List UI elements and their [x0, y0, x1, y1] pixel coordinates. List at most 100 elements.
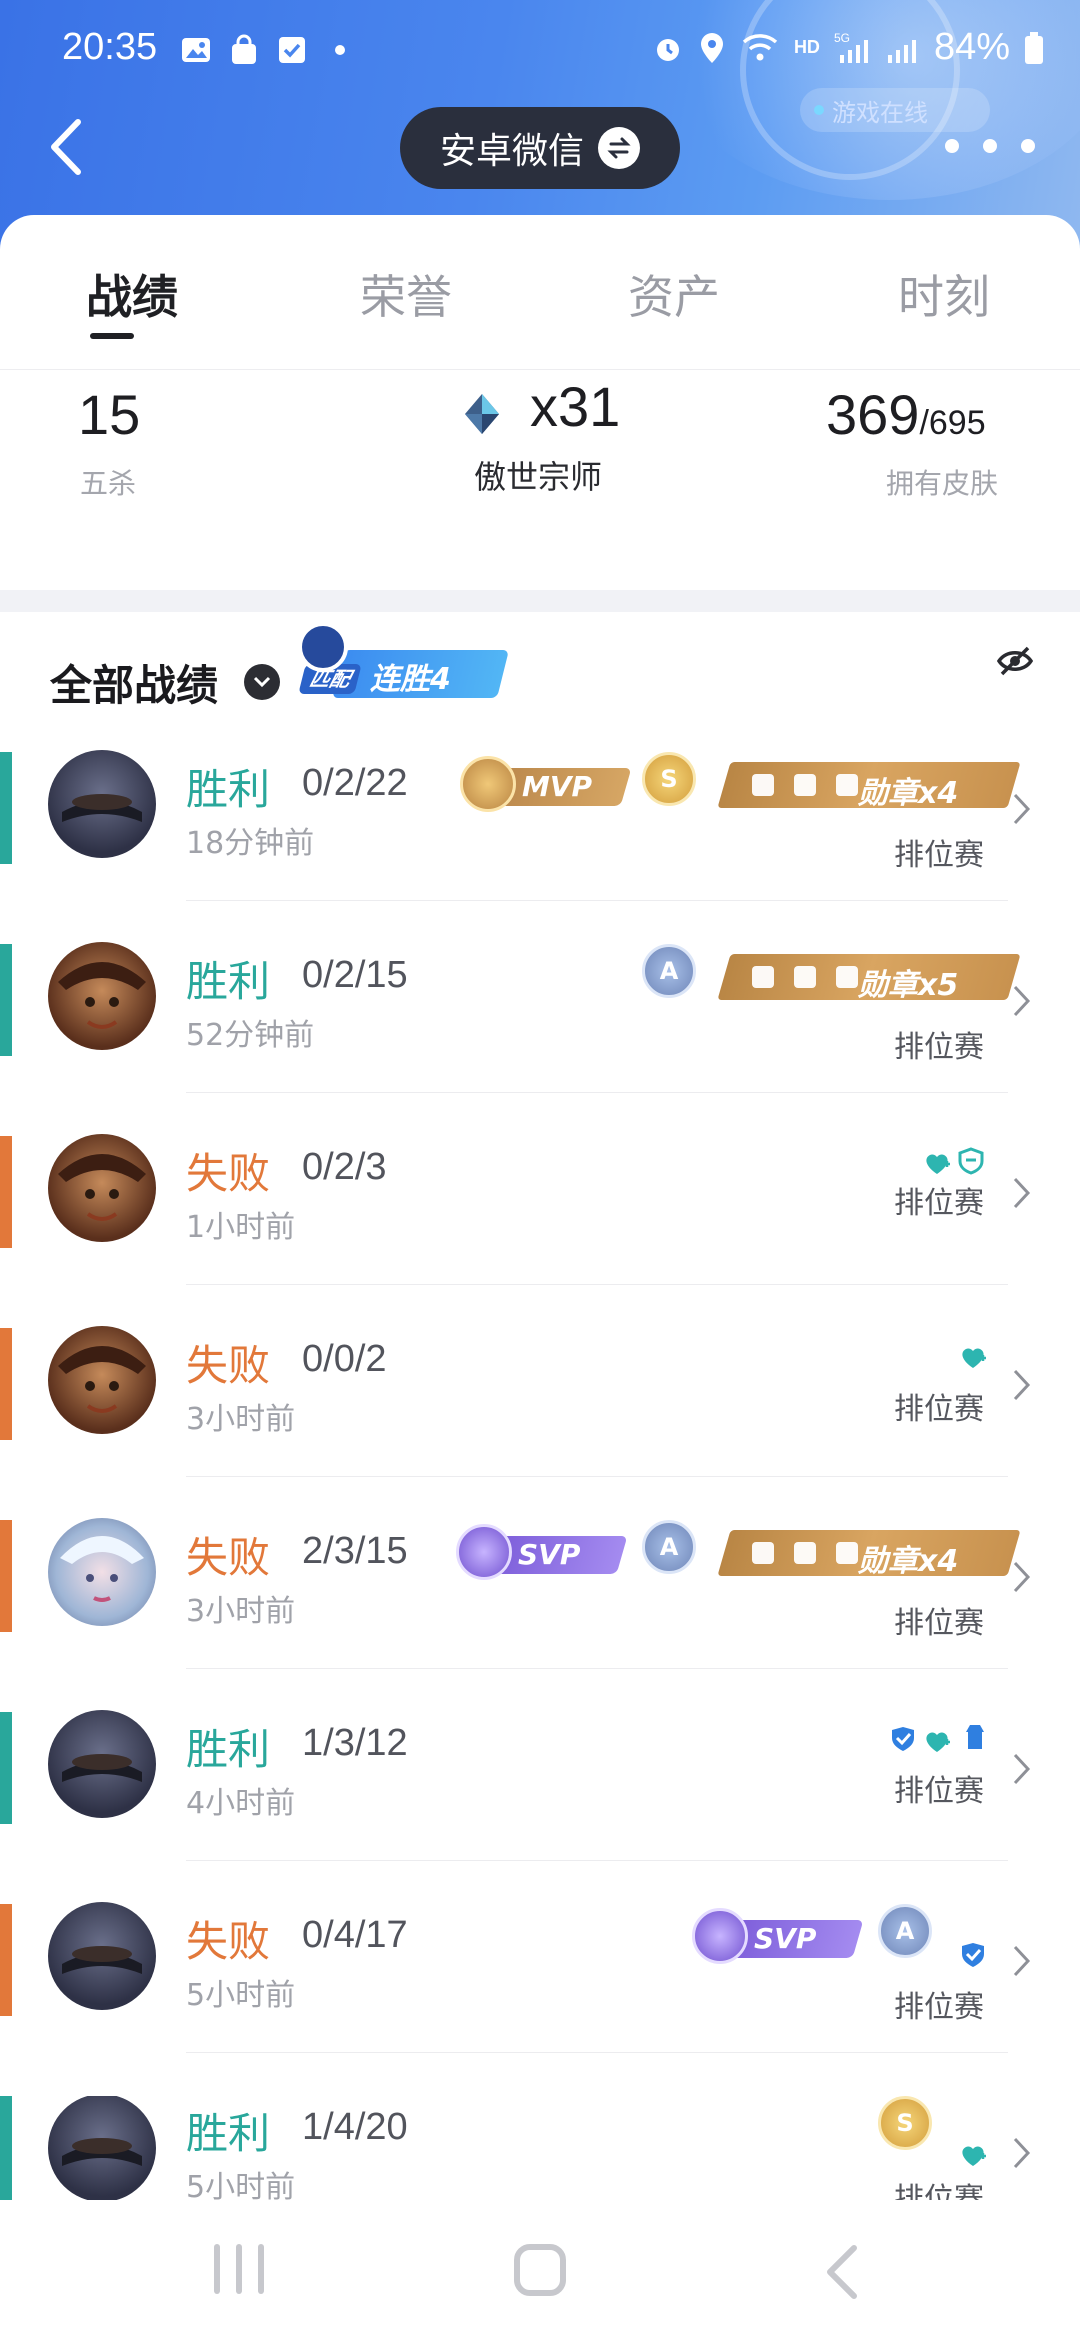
tab-assets[interactable]: 资产	[628, 261, 720, 327]
shopping-bag-icon	[232, 34, 256, 64]
online-status-text: 游戏在线	[832, 98, 928, 127]
penguin-mascot-icon	[298, 622, 348, 672]
chevron-right-icon	[1013, 2137, 1031, 2169]
hero-avatar	[48, 942, 156, 1050]
system-nav-bar	[0, 2200, 1080, 2340]
chevron-right-icon	[1013, 1753, 1031, 1785]
match-kda: 0/0/2	[302, 1338, 387, 1380]
match-row[interactable]: 失败 0/2/3 1小时前 排位赛	[0, 1134, 1080, 1328]
eye-off-icon[interactable]	[996, 642, 1034, 680]
medal-badge: 勋章x4	[717, 762, 1021, 811]
match-row[interactable]: 胜利 1/4/20 5小时前 S 排位赛	[0, 2096, 1080, 2200]
medal-label: 勋章x4	[858, 1544, 959, 1579]
row-separator	[186, 1476, 1008, 1477]
chevron-right-icon	[1013, 1561, 1031, 1593]
match-mode: 排位赛	[894, 1990, 984, 2025]
svg-text:5G: 5G	[834, 31, 850, 45]
alarm-icon	[656, 38, 679, 61]
chevron-down-icon[interactable]	[244, 664, 280, 700]
match-result: 胜利	[186, 765, 271, 814]
account-switch-button[interactable]: 安卓微信	[400, 107, 680, 189]
rank-star-count: x31	[530, 375, 621, 438]
match-result: 胜利	[186, 1725, 271, 1774]
medal-icons	[752, 1542, 858, 1564]
match-mode: 排位赛	[894, 1606, 984, 1641]
result-bar	[0, 1520, 12, 1632]
skins-owned-count: 369	[826, 383, 920, 446]
result-bar	[0, 752, 12, 864]
tab-moments[interactable]: 时刻	[898, 261, 990, 327]
skins-label: 拥有皮肤	[886, 467, 999, 500]
match-mode: 排位赛	[894, 1774, 984, 1809]
medal-icons	[752, 774, 858, 796]
match-mode: 排位赛	[894, 1030, 984, 1065]
chevron-right-icon	[1013, 1369, 1031, 1401]
row-separator	[186, 900, 1008, 901]
win-streak-badge: 匹配 连胜4	[298, 620, 509, 702]
match-mode: 排位赛	[894, 1186, 984, 1221]
match-time: 4小时前	[186, 1786, 296, 1821]
grade-badge: S	[878, 2096, 932, 2150]
location-icon	[700, 32, 723, 63]
row-separator	[186, 1668, 1008, 1669]
hero-avatar	[48, 2096, 156, 2200]
match-time: 5小时前	[186, 1978, 296, 2013]
tab-record[interactable]: 战绩	[86, 261, 178, 327]
match-row[interactable]: 失败 0/0/2 3小时前 排位赛	[0, 1326, 1080, 1520]
match-row[interactable]: 胜利 0/2/15 52分钟前 A 勋章x5 排位赛	[0, 942, 1080, 1136]
match-time: 5小时前	[186, 2170, 296, 2200]
back-arrow-icon[interactable]	[40, 112, 100, 182]
match-time: 52分钟前	[186, 1018, 315, 1053]
swap-icon	[598, 127, 640, 169]
result-bar	[0, 1328, 12, 1440]
skins-total: /695	[919, 404, 986, 442]
nav-back-icon[interactable]	[822, 2244, 862, 2300]
match-row[interactable]: 失败 0/4/17 5小时前 SVP A 排位赛	[0, 1902, 1080, 2096]
svp-badge: SVP	[692, 1908, 864, 1964]
row-separator	[186, 2052, 1008, 2053]
more-icon[interactable]	[945, 126, 1035, 166]
shield-check-icon	[892, 1727, 914, 1751]
all-records-title[interactable]: 全部战绩	[50, 652, 218, 713]
tab-bar: 战绩 荣誉 资产 时刻	[0, 215, 1080, 370]
row-separator	[186, 1860, 1008, 1861]
match-result: 失败	[186, 1533, 271, 1582]
match-kda: 0/4/17	[302, 1914, 408, 1956]
match-result: 失败	[186, 1149, 271, 1198]
match-mode: 排位赛	[894, 2182, 984, 2200]
match-result: 胜利	[186, 957, 271, 1006]
match-row[interactable]: 胜利 1/3/12 4小时前 排位赛	[0, 1710, 1080, 1904]
recent-apps-icon[interactable]	[214, 2244, 264, 2294]
svp-label: SVP	[754, 1922, 817, 1955]
medal-label: 勋章x4	[858, 776, 959, 811]
match-kda: 0/2/15	[302, 954, 408, 996]
match-row[interactable]: 胜利 0/2/22 18分钟前 MVP S 勋章x4 排位赛	[0, 750, 1080, 944]
match-kda: 0/2/22	[302, 762, 408, 804]
signal-icon	[887, 39, 916, 63]
gallery-icon	[182, 38, 210, 62]
row-separator	[186, 1092, 1008, 1093]
status-time: 20:35	[62, 26, 158, 68]
penta-kill-count: 15	[78, 383, 141, 446]
match-row[interactable]: 失败 2/3/15 3小时前 SVP A 勋章x4 排位赛	[0, 1518, 1080, 1712]
tab-honor[interactable]: 荣誉	[360, 261, 452, 327]
rank-name: 傲世宗师	[474, 458, 603, 496]
row-separator	[186, 1284, 1008, 1285]
home-icon[interactable]	[514, 2244, 566, 2296]
shield-check-icon	[962, 1943, 984, 1967]
match-time: 1小时前	[186, 1210, 296, 1245]
battery-level: 84%	[933, 26, 1010, 68]
account-label: 安卓微信	[439, 131, 584, 172]
grade-badge: A	[642, 944, 696, 998]
shield-icon	[958, 1147, 984, 1175]
result-bar	[0, 1904, 12, 2016]
match-time: 3小时前	[186, 1402, 296, 1437]
heart-plus-icon	[962, 1348, 986, 1368]
mvp-badge: MVP	[460, 756, 632, 812]
streak-label: 连胜4	[370, 662, 451, 697]
hero-avatar	[48, 1710, 156, 1818]
svp-badge: SVP	[456, 1524, 628, 1580]
result-bar	[0, 944, 12, 1056]
gem-icon	[465, 394, 499, 434]
heart-plus-icon	[962, 2146, 986, 2166]
